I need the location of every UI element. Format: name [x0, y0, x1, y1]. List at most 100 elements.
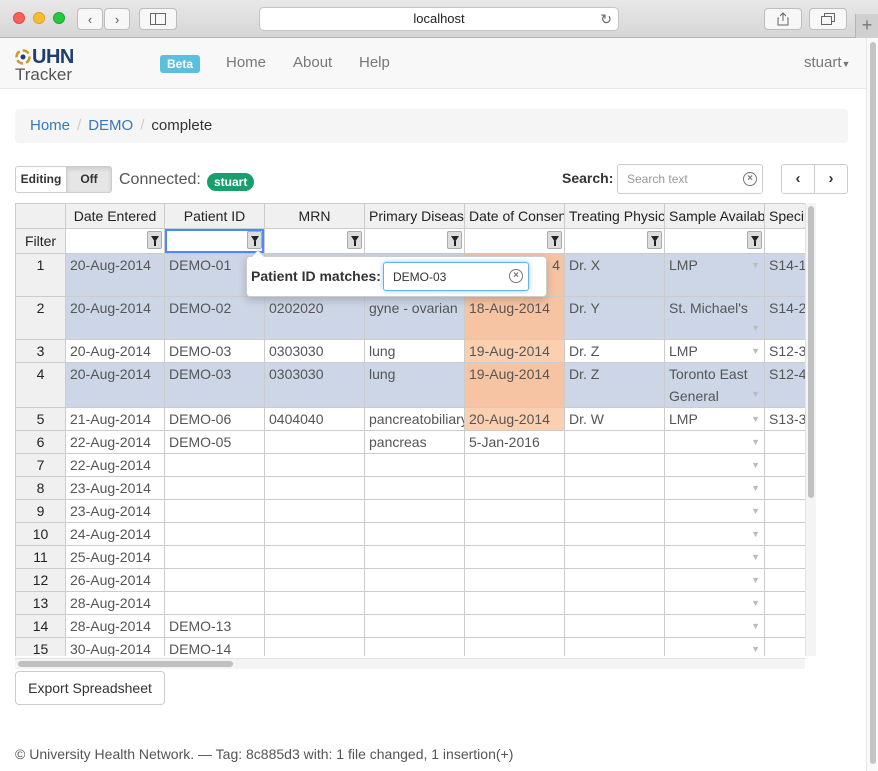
cell-mrn[interactable] — [265, 615, 365, 638]
row-number[interactable]: 12 — [16, 569, 66, 592]
address-bar[interactable]: localhost ↻ — [259, 7, 619, 31]
cell-consent[interactable]: 19-Aug-2014 — [465, 340, 565, 363]
filter-icon[interactable] — [547, 231, 562, 249]
reload-icon[interactable]: ↻ — [600, 8, 612, 30]
cell-spec[interactable] — [765, 569, 805, 592]
dropdown-arrow-icon[interactable]: ▼ — [751, 615, 760, 637]
cell-sample[interactable]: LMP ▼ — [665, 340, 765, 363]
grid-vertical-scrollbar[interactable] — [805, 203, 816, 656]
cell-consent[interactable] — [465, 454, 565, 477]
cell-spec[interactable]: S14-1 — [765, 254, 805, 297]
cell-pid[interactable] — [165, 546, 265, 569]
forward-button[interactable]: › — [104, 8, 130, 30]
table-row[interactable]: 12 26-Aug-2014 ▼ — [16, 569, 805, 592]
table-row[interactable]: 14 28-Aug-2014 DEMO-13 ▼ — [16, 615, 805, 638]
page-scrollbar[interactable] — [866, 38, 878, 771]
grid-horizontal-scrollbar-thumb[interactable] — [18, 661, 233, 667]
cell-mrn[interactable] — [265, 638, 365, 656]
cell-pid[interactable] — [165, 454, 265, 477]
cell-spec[interactable] — [765, 431, 805, 454]
cell-date[interactable]: 25-Aug-2014 — [66, 546, 165, 569]
cell-sample[interactable]: ▼ — [665, 546, 765, 569]
cell-spec[interactable] — [765, 454, 805, 477]
cell-mrn[interactable]: 0303030 — [265, 363, 365, 408]
cell-consent[interactable] — [465, 546, 565, 569]
cell-date[interactable]: 21-Aug-2014 — [66, 408, 165, 431]
cell-pid[interactable]: DEMO-13 — [165, 615, 265, 638]
cell-pid[interactable]: DEMO-05 — [165, 431, 265, 454]
cell-disease[interactable]: lung — [365, 340, 465, 363]
column-header[interactable]: Specimen — [765, 204, 805, 229]
filter-icon[interactable] — [347, 231, 362, 249]
uhn-tracker-logo[interactable]: UHN Tracker — [14, 46, 84, 84]
new-tab-button[interactable]: + — [855, 14, 878, 38]
dropdown-arrow-icon[interactable]: ▼ — [751, 408, 760, 430]
cell-mrn[interactable]: 0404040 — [265, 408, 365, 431]
dropdown-arrow-icon[interactable]: ▼ — [751, 523, 760, 545]
table-row[interactable]: 10 24-Aug-2014 ▼ — [16, 523, 805, 546]
filter-cell[interactable] — [66, 229, 165, 254]
cell-phys[interactable] — [565, 569, 665, 592]
cell-phys[interactable] — [565, 638, 665, 656]
editing-toggle-value[interactable]: Off — [66, 167, 111, 192]
export-spreadsheet-button[interactable]: Export Spreadsheet — [15, 671, 165, 705]
previous-page-button[interactable]: ‹ — [782, 165, 814, 193]
row-number[interactable]: 5 — [16, 408, 66, 431]
cell-sample[interactable]: St. Michael's ▼ — [665, 297, 765, 340]
cell-date[interactable]: 20-Aug-2014 — [66, 254, 165, 297]
cell-pid[interactable] — [165, 500, 265, 523]
row-number[interactable]: 9 — [16, 500, 66, 523]
dropdown-arrow-icon[interactable]: ▼ — [751, 569, 760, 591]
cell-sample[interactable]: ▼ — [665, 477, 765, 500]
row-number[interactable]: 15 — [16, 638, 66, 656]
cell-date[interactable]: 20-Aug-2014 — [66, 297, 165, 340]
cell-mrn[interactable] — [265, 569, 365, 592]
filter-cell[interactable] — [265, 229, 365, 254]
nav-link-about[interactable]: About — [293, 54, 332, 71]
cell-mrn[interactable] — [265, 546, 365, 569]
cell-phys[interactable]: Dr. Y — [565, 297, 665, 340]
dropdown-arrow-icon[interactable]: ▼ — [751, 638, 760, 656]
column-header[interactable]: Primary Disease — [365, 204, 465, 229]
filter-field[interactable]: × — [383, 262, 529, 291]
row-number[interactable]: 2 — [16, 297, 66, 340]
cell-pid[interactable]: DEMO-02 — [165, 297, 265, 340]
cell-pid[interactable] — [165, 477, 265, 500]
filter-icon[interactable] — [647, 231, 662, 249]
cell-sample[interactable]: LMP ▼ — [665, 254, 765, 297]
cell-spec[interactable]: S12-3 — [765, 340, 805, 363]
cell-disease[interactable] — [365, 454, 465, 477]
cell-consent[interactable]: 18-Aug-2014 — [465, 297, 565, 340]
table-row[interactable]: 6 22-Aug-2014 DEMO-05 pancreas 5-Jan-2016 ▼ — [16, 431, 805, 454]
column-header[interactable]: Date of Consent — [465, 204, 565, 229]
cell-mrn[interactable] — [265, 454, 365, 477]
cell-mrn[interactable] — [265, 477, 365, 500]
cell-consent[interactable] — [465, 569, 565, 592]
cell-spec[interactable] — [765, 523, 805, 546]
editing-toggle[interactable]: Editing Off — [15, 166, 112, 193]
cell-spec[interactable] — [765, 638, 805, 656]
cell-sample[interactable]: ▼ — [665, 454, 765, 477]
cell-consent[interactable] — [465, 615, 565, 638]
window-minimize-button[interactable] — [33, 12, 45, 24]
grid-horizontal-scrollbar[interactable] — [15, 658, 805, 669]
column-header[interactable]: Date Entered — [66, 204, 165, 229]
row-number[interactable]: 3 — [16, 340, 66, 363]
cell-disease[interactable] — [365, 500, 465, 523]
cell-mrn[interactable] — [265, 500, 365, 523]
clear-filter-icon[interactable]: × — [509, 269, 523, 283]
column-header[interactable]: Treating Physician — [565, 204, 665, 229]
cell-mrn[interactable] — [265, 431, 365, 454]
cell-date[interactable]: 24-Aug-2014 — [66, 523, 165, 546]
user-menu[interactable]: stuart▼ — [804, 54, 850, 71]
cell-disease[interactable] — [365, 546, 465, 569]
row-number[interactable]: 6 — [16, 431, 66, 454]
cell-disease[interactable] — [365, 592, 465, 615]
cell-disease[interactable] — [365, 477, 465, 500]
cell-sample[interactable]: ▼ — [665, 500, 765, 523]
cell-sample[interactable]: ▼ — [665, 592, 765, 615]
grid-vertical-scrollbar-thumb[interactable] — [808, 206, 814, 498]
filter-cell[interactable] — [365, 229, 465, 254]
cell-disease[interactable]: lung — [365, 363, 465, 408]
dropdown-arrow-icon[interactable]: ▼ — [751, 431, 760, 453]
